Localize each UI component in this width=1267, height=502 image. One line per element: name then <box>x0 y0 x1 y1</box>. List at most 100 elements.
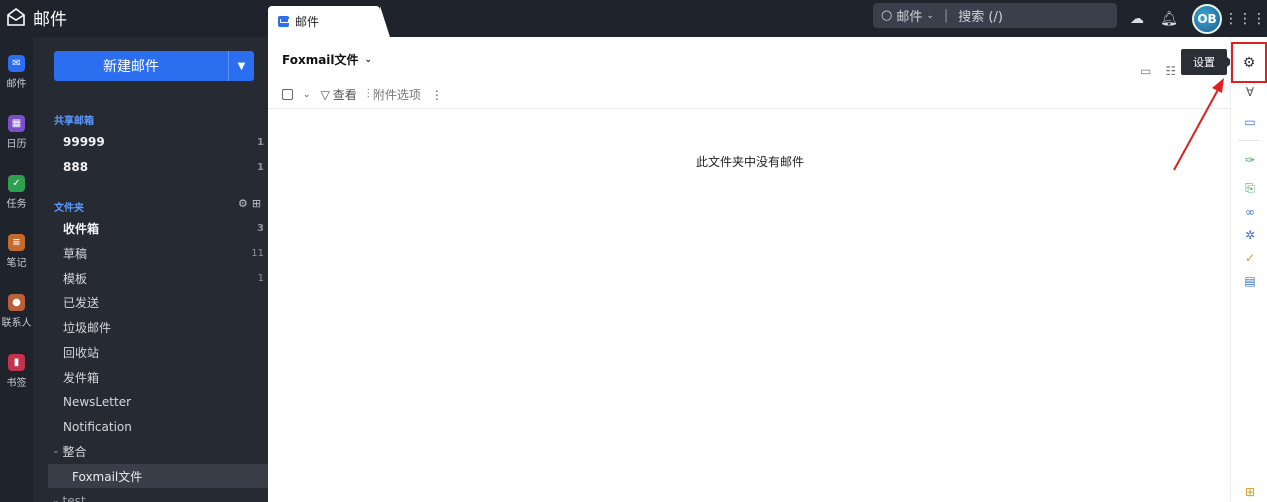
folder-count: 11 <box>251 247 264 259</box>
folder-label: 模板 <box>63 271 88 286</box>
folder-label: NewsLetter <box>63 395 132 409</box>
shared-item-99999[interactable]: 99999 1 <box>48 130 268 154</box>
rail-item-bookmarks[interactable]: ▮ 书签 <box>0 354 33 389</box>
mail-icon: ✉ <box>8 55 25 72</box>
rail-label: 任务 <box>6 199 27 210</box>
folders-heading[interactable]: 文件夹 <box>54 199 84 214</box>
chevron-down-icon: ⌄ <box>364 54 373 65</box>
avatar[interactable]: OB <box>1192 4 1222 34</box>
attachment-options-button[interactable]: ⫶ 附件选项 <box>367 86 421 103</box>
chevron-down-icon: ⌄ <box>52 496 60 502</box>
paperclip-icon: ⫶ <box>366 87 370 101</box>
shared-heading[interactable]: 共享邮箱 <box>54 112 94 127</box>
calendar-panel-icon[interactable]: ▭ <box>1242 114 1258 130</box>
select-all-checkbox[interactable] <box>282 89 293 100</box>
top-bar: 邮件 邮件 ○ 邮件 ⌄ | 搜索 (/) ☁ 🔔︎ OB ⋮⋮⋮ <box>0 0 1267 37</box>
folder-trash[interactable]: 回收站 <box>48 340 268 364</box>
app-brand[interactable]: 邮件 <box>6 5 67 30</box>
folder-count: 3 <box>257 222 264 234</box>
tab-mail[interactable]: 邮件 <box>268 6 390 37</box>
folder-label: test <box>62 494 86 502</box>
folder-templates[interactable]: 模板 1 <box>48 266 268 290</box>
attachment-label: 附件选项 <box>372 88 421 102</box>
folder-count: 1 <box>257 161 264 173</box>
chevron-down-icon[interactable]: ⌄ <box>303 90 311 100</box>
folder-sidebar: 新建邮件 ▼ 共享邮箱 99999 1 888 1 文件夹 ⚙ ⊞ 收件箱 3 … <box>33 37 268 502</box>
empty-folder-message: 此文件夹中没有邮件 <box>695 155 804 169</box>
settings-tooltip: 设置 <box>1181 49 1233 75</box>
folder-title-label: Foxmail文件 <box>282 53 359 67</box>
settings-button[interactable]: ⚙ <box>1231 42 1267 83</box>
apps-grid-icon[interactable]: ⋮⋮⋮ <box>1224 10 1266 28</box>
shared-item-888[interactable]: 888 1 <box>48 155 268 179</box>
rail-item-notes[interactable]: ≡ 笔记 <box>0 234 33 269</box>
task-icon: ✓ <box>8 175 25 192</box>
annotation-arrow <box>1173 78 1224 171</box>
folder-label: 整合 <box>62 444 87 459</box>
compose-button[interactable]: 新建邮件 ▼ <box>54 51 254 81</box>
calendar-icon: ▦ <box>8 115 25 132</box>
folder-label: 99999 <box>63 135 105 149</box>
folder-foxmail[interactable]: Foxmail文件 <box>48 464 268 488</box>
folder-group-test[interactable]: ⌄ test <box>48 489 268 502</box>
app-rail: ✉ 邮件 ▦ 日历 ✓ 任务 ≡ 笔记 ● 联系人 ▮ 书签 <box>0 37 33 502</box>
app-title: 邮件 <box>33 9 67 30</box>
vip-icon[interactable]: ∀ <box>1242 84 1258 100</box>
folder-title[interactable]: Foxmail文件 ⌄ <box>282 51 372 68</box>
bookmark-icon: ▮ <box>8 354 25 371</box>
folder-spam[interactable]: 垃圾邮件 <box>48 315 268 339</box>
folder-newsletter[interactable]: NewsLetter <box>48 390 268 414</box>
search-icon: ○ <box>881 8 893 23</box>
bell-icon[interactable]: 🔔︎ <box>1160 10 1178 28</box>
plugin-icon[interactable]: ✑ <box>1242 152 1258 168</box>
folder-label: Foxmail文件 <box>72 469 143 484</box>
extension-icon[interactable]: ✲ <box>1242 227 1258 243</box>
folder-outbox[interactable]: 发件箱 <box>48 365 268 389</box>
folder-label: 888 <box>63 160 89 174</box>
mail-logo-icon <box>7 8 25 26</box>
folder-label: 回收站 <box>63 345 100 360</box>
rail-item-contacts[interactable]: ● 联系人 <box>0 294 33 329</box>
search-bar[interactable]: ○ 邮件 ⌄ | 搜索 (/) <box>873 3 1117 28</box>
filter-label: 查看 <box>332 88 357 102</box>
folder-label: 收件箱 <box>63 221 100 236</box>
more-icon[interactable]: ⋮ <box>431 88 443 102</box>
note-panel-icon[interactable]: ⎘ <box>1242 180 1258 196</box>
rail-label: 日历 <box>6 139 27 150</box>
note-icon: ≡ <box>8 234 25 251</box>
cloud-sync-icon[interactable]: ☁ <box>1128 10 1146 28</box>
chevron-down-icon: ⌄ <box>52 446 60 456</box>
folder-sent[interactable]: 已发送 <box>48 290 268 314</box>
contact-icon: ● <box>8 294 25 311</box>
search-separator: | <box>943 8 949 23</box>
add-folder-icon[interactable]: ⊞ <box>252 197 261 210</box>
tab-mail-label: 邮件 <box>295 15 320 29</box>
search-input[interactable]: 搜索 (/) <box>958 6 1003 25</box>
folder-count: 1 <box>257 136 264 148</box>
gear-icon: ⚙ <box>1242 54 1256 71</box>
folder-inbox[interactable]: 收件箱 3 <box>48 216 268 240</box>
folder-label: Notification <box>63 420 132 434</box>
link-icon[interactable]: ∞ <box>1242 204 1258 220</box>
filter-icon: ▽ <box>320 87 330 102</box>
rail-item-calendar[interactable]: ▦ 日历 <box>0 115 33 150</box>
search-scope[interactable]: 邮件 <box>896 6 922 25</box>
rail-label: 联系人 <box>1 318 32 329</box>
gear-icon[interactable]: ⚙ <box>238 197 248 210</box>
add-panel-icon[interactable]: ⊞ <box>1242 484 1258 500</box>
toolbar-divider <box>268 108 1230 109</box>
folder-drafts[interactable]: 草稿 11 <box>48 241 268 265</box>
right-rail <box>1230 37 1267 502</box>
chevron-down-icon[interactable]: ▼ <box>228 51 254 81</box>
rail-label: 邮件 <box>6 79 27 90</box>
folder-label: 发件箱 <box>63 370 100 385</box>
folder-tools: ⚙ ⊞ <box>238 197 261 210</box>
folder-notification[interactable]: Notification <box>48 415 268 439</box>
check-icon[interactable]: ✓ <box>1242 250 1258 266</box>
folder-group-integrate[interactable]: ⌄ 整合 <box>48 439 268 463</box>
filter-button[interactable]: ▽ 查看 <box>321 86 357 103</box>
report-icon[interactable]: ▤ <box>1242 273 1258 289</box>
rail-item-mail[interactable]: ✉ 邮件 <box>0 55 33 90</box>
mail-toolbar: ⌄ ▽ 查看 ⫶ 附件选项 ⋮ <box>282 86 443 103</box>
rail-item-tasks[interactable]: ✓ 任务 <box>0 175 33 210</box>
